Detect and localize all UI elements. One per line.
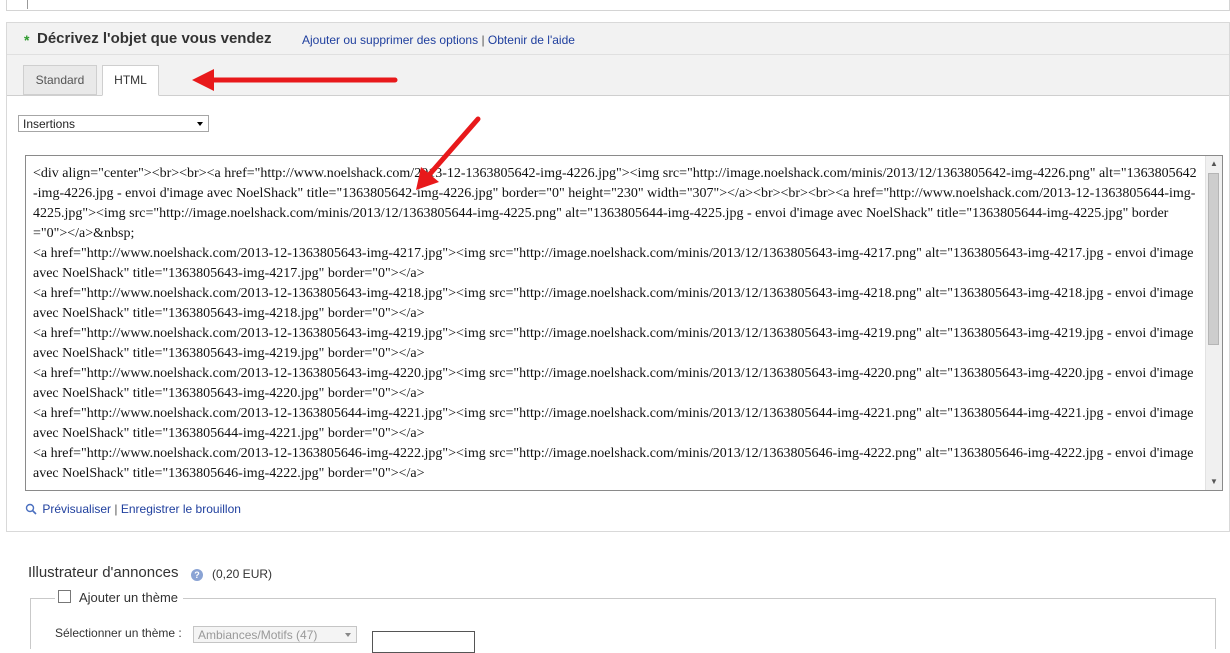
dropdown-arrow-icon xyxy=(197,122,203,126)
scroll-down-arrow-icon[interactable]: ▼ xyxy=(1206,474,1222,490)
textarea-scrollbar[interactable]: ▲ ▼ xyxy=(1205,156,1222,490)
theme-button[interactable] xyxy=(372,631,475,653)
tab-standard[interactable]: Standard xyxy=(23,65,97,95)
help-link[interactable]: Obtenir de l'aide xyxy=(488,33,575,47)
preview-row: Prévisualiser | Enregistrer le brouillon xyxy=(25,502,241,516)
question-mark-icon[interactable]: ? xyxy=(191,569,203,581)
illustrator-title: Illustrateur d'annonces xyxy=(28,564,179,581)
previous-section-bottom xyxy=(6,0,1230,11)
magnifier-icon xyxy=(25,503,37,515)
save-draft-link[interactable]: Enregistrer le brouillon xyxy=(121,502,241,516)
preview-link[interactable]: Prévisualiser xyxy=(42,502,111,516)
options-link[interactable]: Ajouter ou supprimer des options xyxy=(302,33,478,47)
editor-tab-bar: Standard HTML xyxy=(7,55,1229,96)
html-code-textarea[interactable]: <div align="center"><br><br><a href="htt… xyxy=(25,155,1223,491)
add-theme-label[interactable]: Ajouter un thème xyxy=(79,590,178,605)
preview-separator: | xyxy=(114,502,118,516)
insertions-dropdown[interactable]: Insertions xyxy=(18,115,209,132)
theme-dropdown[interactable]: Ambiances/Motifs (47) xyxy=(193,626,357,643)
link-separator: | xyxy=(481,33,485,47)
theme-selected-value: Ambiances/Motifs (47) xyxy=(198,628,318,642)
description-section: * Décrivez l'objet que vous vendez Ajout… xyxy=(6,22,1230,532)
scroll-thumb[interactable] xyxy=(1208,173,1219,345)
illustrator-price: (0,20 EUR) xyxy=(212,567,273,581)
scroll-up-arrow-icon[interactable]: ▲ xyxy=(1206,156,1222,172)
section-title: Décrivez l'objet que vous vendez xyxy=(37,30,272,47)
insertions-selected-value: Insertions xyxy=(23,117,76,131)
add-theme-checkbox[interactable] xyxy=(58,590,71,603)
tab-html[interactable]: HTML xyxy=(102,65,159,96)
required-star-icon: * xyxy=(24,32,30,48)
dropdown-arrow-icon xyxy=(345,633,351,637)
section-header: * Décrivez l'objet que vous vendez Ajout… xyxy=(7,23,1229,55)
html-code-content: <div align="center"><br><br><a href="htt… xyxy=(33,166,1197,481)
header-links: Ajouter ou supprimer des options | Obten… xyxy=(302,33,575,47)
add-theme-option: Ajouter un thème xyxy=(55,590,184,605)
